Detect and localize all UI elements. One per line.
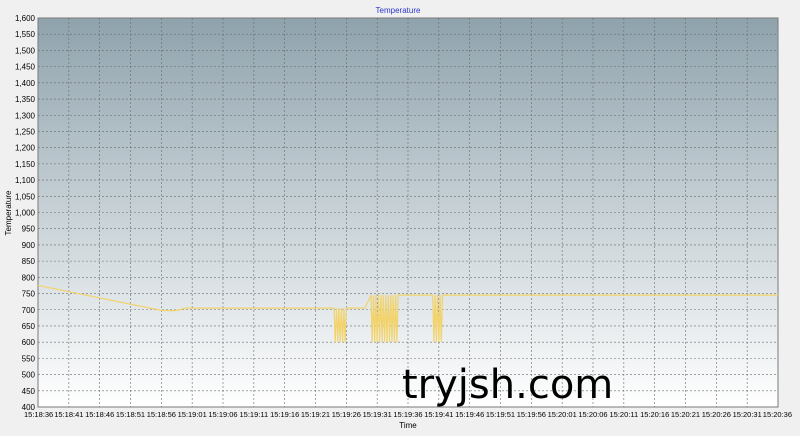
y-tick-label: 600 [22,338,36,347]
y-tick-label: 500 [22,371,36,380]
y-tick-label: 1,350 [15,95,36,104]
chart-title: Temperature [376,6,421,15]
y-tick-label: 450 [22,387,36,396]
y-tick-label: 1,150 [15,160,36,169]
x-tick-label: 15:19:11 [240,410,269,419]
x-tick-label: 15:19:01 [178,410,207,419]
y-tick-label: 750 [22,290,36,299]
y-tick-label: 900 [22,241,36,250]
y-tick-label: 550 [22,354,36,363]
y-tick-label: 850 [22,257,36,266]
x-tick-label: 15:19:51 [486,410,515,419]
x-tick-label: 15:19:31 [363,410,392,419]
x-tick-label: 15:19:26 [332,410,361,419]
x-tick-label: 15:19:36 [393,410,422,419]
x-tick-label: 15:20:21 [671,410,700,419]
y-tick-label: 1,400 [15,79,36,88]
x-tick-label: 15:18:56 [147,410,176,419]
x-tick-label: 15:20:11 [610,410,639,419]
y-tick-label: 1,500 [15,46,36,55]
x-tick-label: 15:18:41 [54,410,83,419]
x-tick-label: 15:18:36 [24,410,53,419]
x-axis-ticks: 15:18:36 15:18:41 15:18:46 15:18:51 15:18:56… [24,410,792,419]
watermark-text: tryjsh.com [402,362,614,408]
x-axis-label: Time [399,421,417,430]
y-tick-label: 1,600 [15,14,36,23]
x-tick-label: 15:18:51 [116,410,145,419]
y-tick-label: 800 [22,273,36,282]
x-tick-label: 15:19:46 [455,410,484,419]
y-tick-label: 1,000 [15,209,36,218]
x-tick-label: 15:19:16 [270,410,299,419]
x-tick-label: 15:20:36 [763,410,792,419]
y-tick-label: 1,450 [15,63,36,72]
temperature-chart: 400 450 500 550 600 650 700 750 800 850 900 950 1,00… [0,0,800,431]
y-tick-label: 1,100 [15,176,36,185]
y-tick-label: 650 [22,322,36,331]
y-tick-label: 1,300 [15,111,36,120]
chart-svg: 4004505005506006507007508008509009501,00… [0,0,800,431]
x-tick-label: 15:19:21 [301,410,330,419]
y-tick-label: 1,050 [15,192,36,201]
x-tick-label: 15:19:06 [208,410,237,419]
x-tick-label: 15:20:01 [548,410,577,419]
y-tick-label: 1,550 [15,30,36,39]
x-tick-label: 15:20:16 [640,410,669,419]
y-tick-label: 1,200 [15,144,36,153]
y-tick-label: 700 [22,306,36,315]
x-tick-label: 15:20:06 [578,410,607,419]
x-tick-label: 15:20:26 [702,410,731,419]
y-tick-label: 950 [22,225,36,234]
y-axis-label: Temperature [4,190,13,235]
x-tick-label: 15:19:56 [517,410,546,419]
x-tick-label: 15:20:31 [733,410,762,419]
x-tick-label: 15:18:46 [85,410,114,419]
x-tick-label: 15:19:41 [424,410,453,419]
y-tick-label: 1,250 [15,127,36,136]
